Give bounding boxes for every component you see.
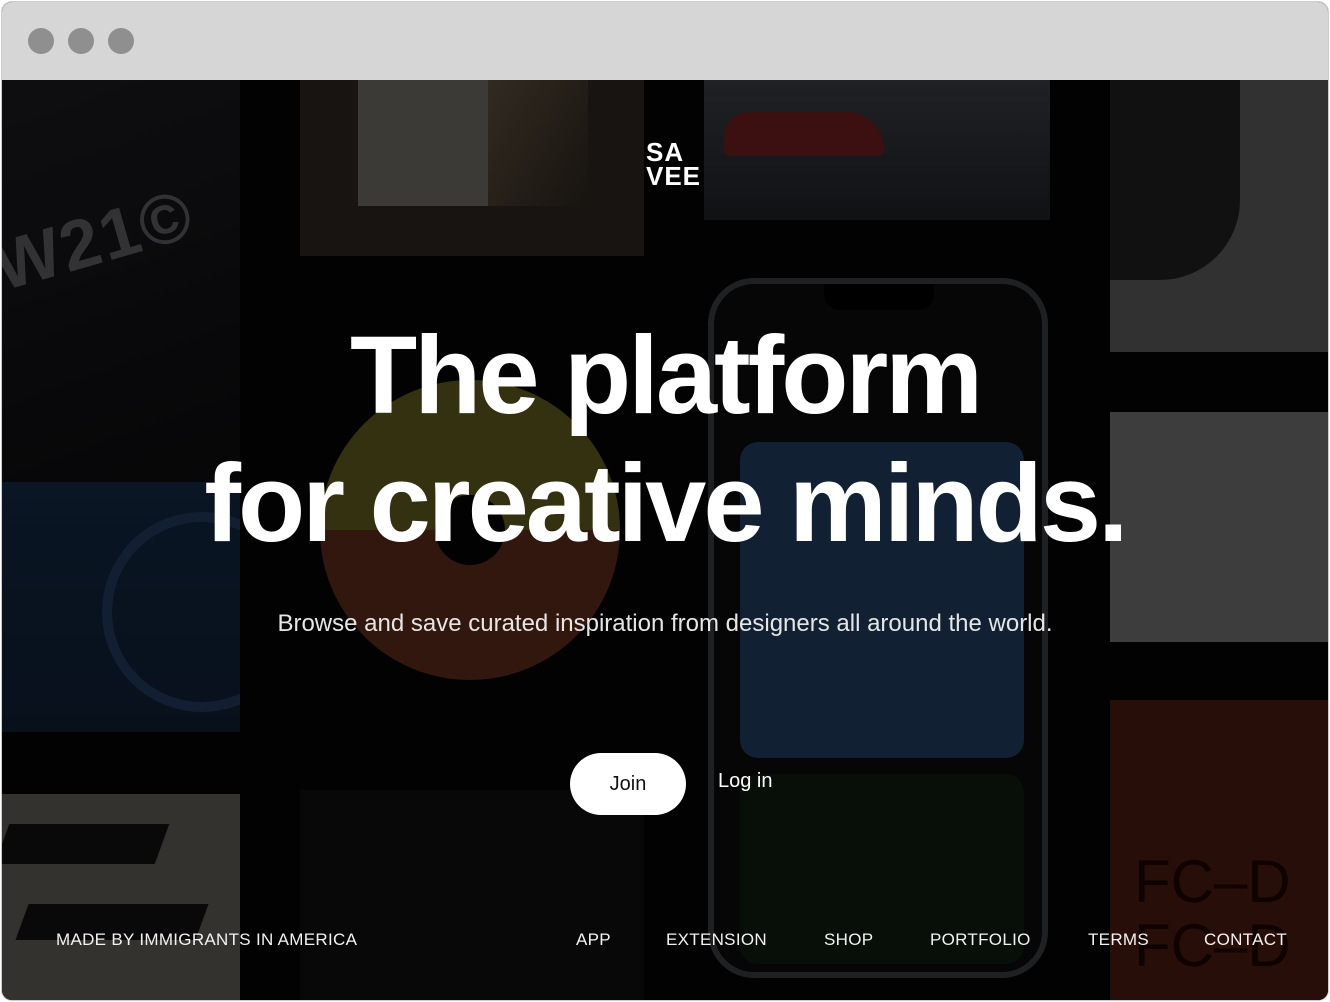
- login-link[interactable]: Log in: [718, 770, 773, 793]
- hero-subtitle: Browse and save curated inspiration from…: [277, 610, 1053, 637]
- browser-window: W21© FC–D FC–D SA VEE The platform for cr…: [2, 2, 1328, 1000]
- savee-logo[interactable]: SA VEE: [646, 139, 702, 191]
- footer-link-shop[interactable]: SHOP: [824, 930, 873, 950]
- footer-link-extension[interactable]: EXTENSION: [666, 930, 767, 950]
- footer-link-terms[interactable]: TERMS: [1088, 930, 1149, 950]
- footer-link-app[interactable]: APP: [576, 930, 611, 950]
- footer-link-portfolio[interactable]: PORTFOLIO: [930, 930, 1031, 950]
- hero-headline: The platform for creative minds.: [2, 312, 1328, 568]
- footer-made-by[interactable]: MADE BY IMMIGRANTS IN AMERICA: [56, 930, 357, 950]
- headline-line-1: The platform: [349, 314, 983, 437]
- browser-titlebar: [2, 2, 1328, 80]
- footer: MADE BY IMMIGRANTS IN AMERICA APP EXTENS…: [2, 930, 1328, 954]
- join-button[interactable]: Join: [570, 753, 686, 815]
- window-close-dot-icon[interactable]: [28, 28, 54, 54]
- headline-line-2: for creative minds.: [204, 442, 1128, 565]
- window-minimize-dot-icon[interactable]: [68, 28, 94, 54]
- landing-page: W21© FC–D FC–D SA VEE The platform for cr…: [2, 80, 1328, 1000]
- logo-line-2: VEE: [646, 161, 702, 191]
- footer-link-contact[interactable]: CONTACT: [1204, 930, 1287, 950]
- window-zoom-dot-icon[interactable]: [108, 28, 134, 54]
